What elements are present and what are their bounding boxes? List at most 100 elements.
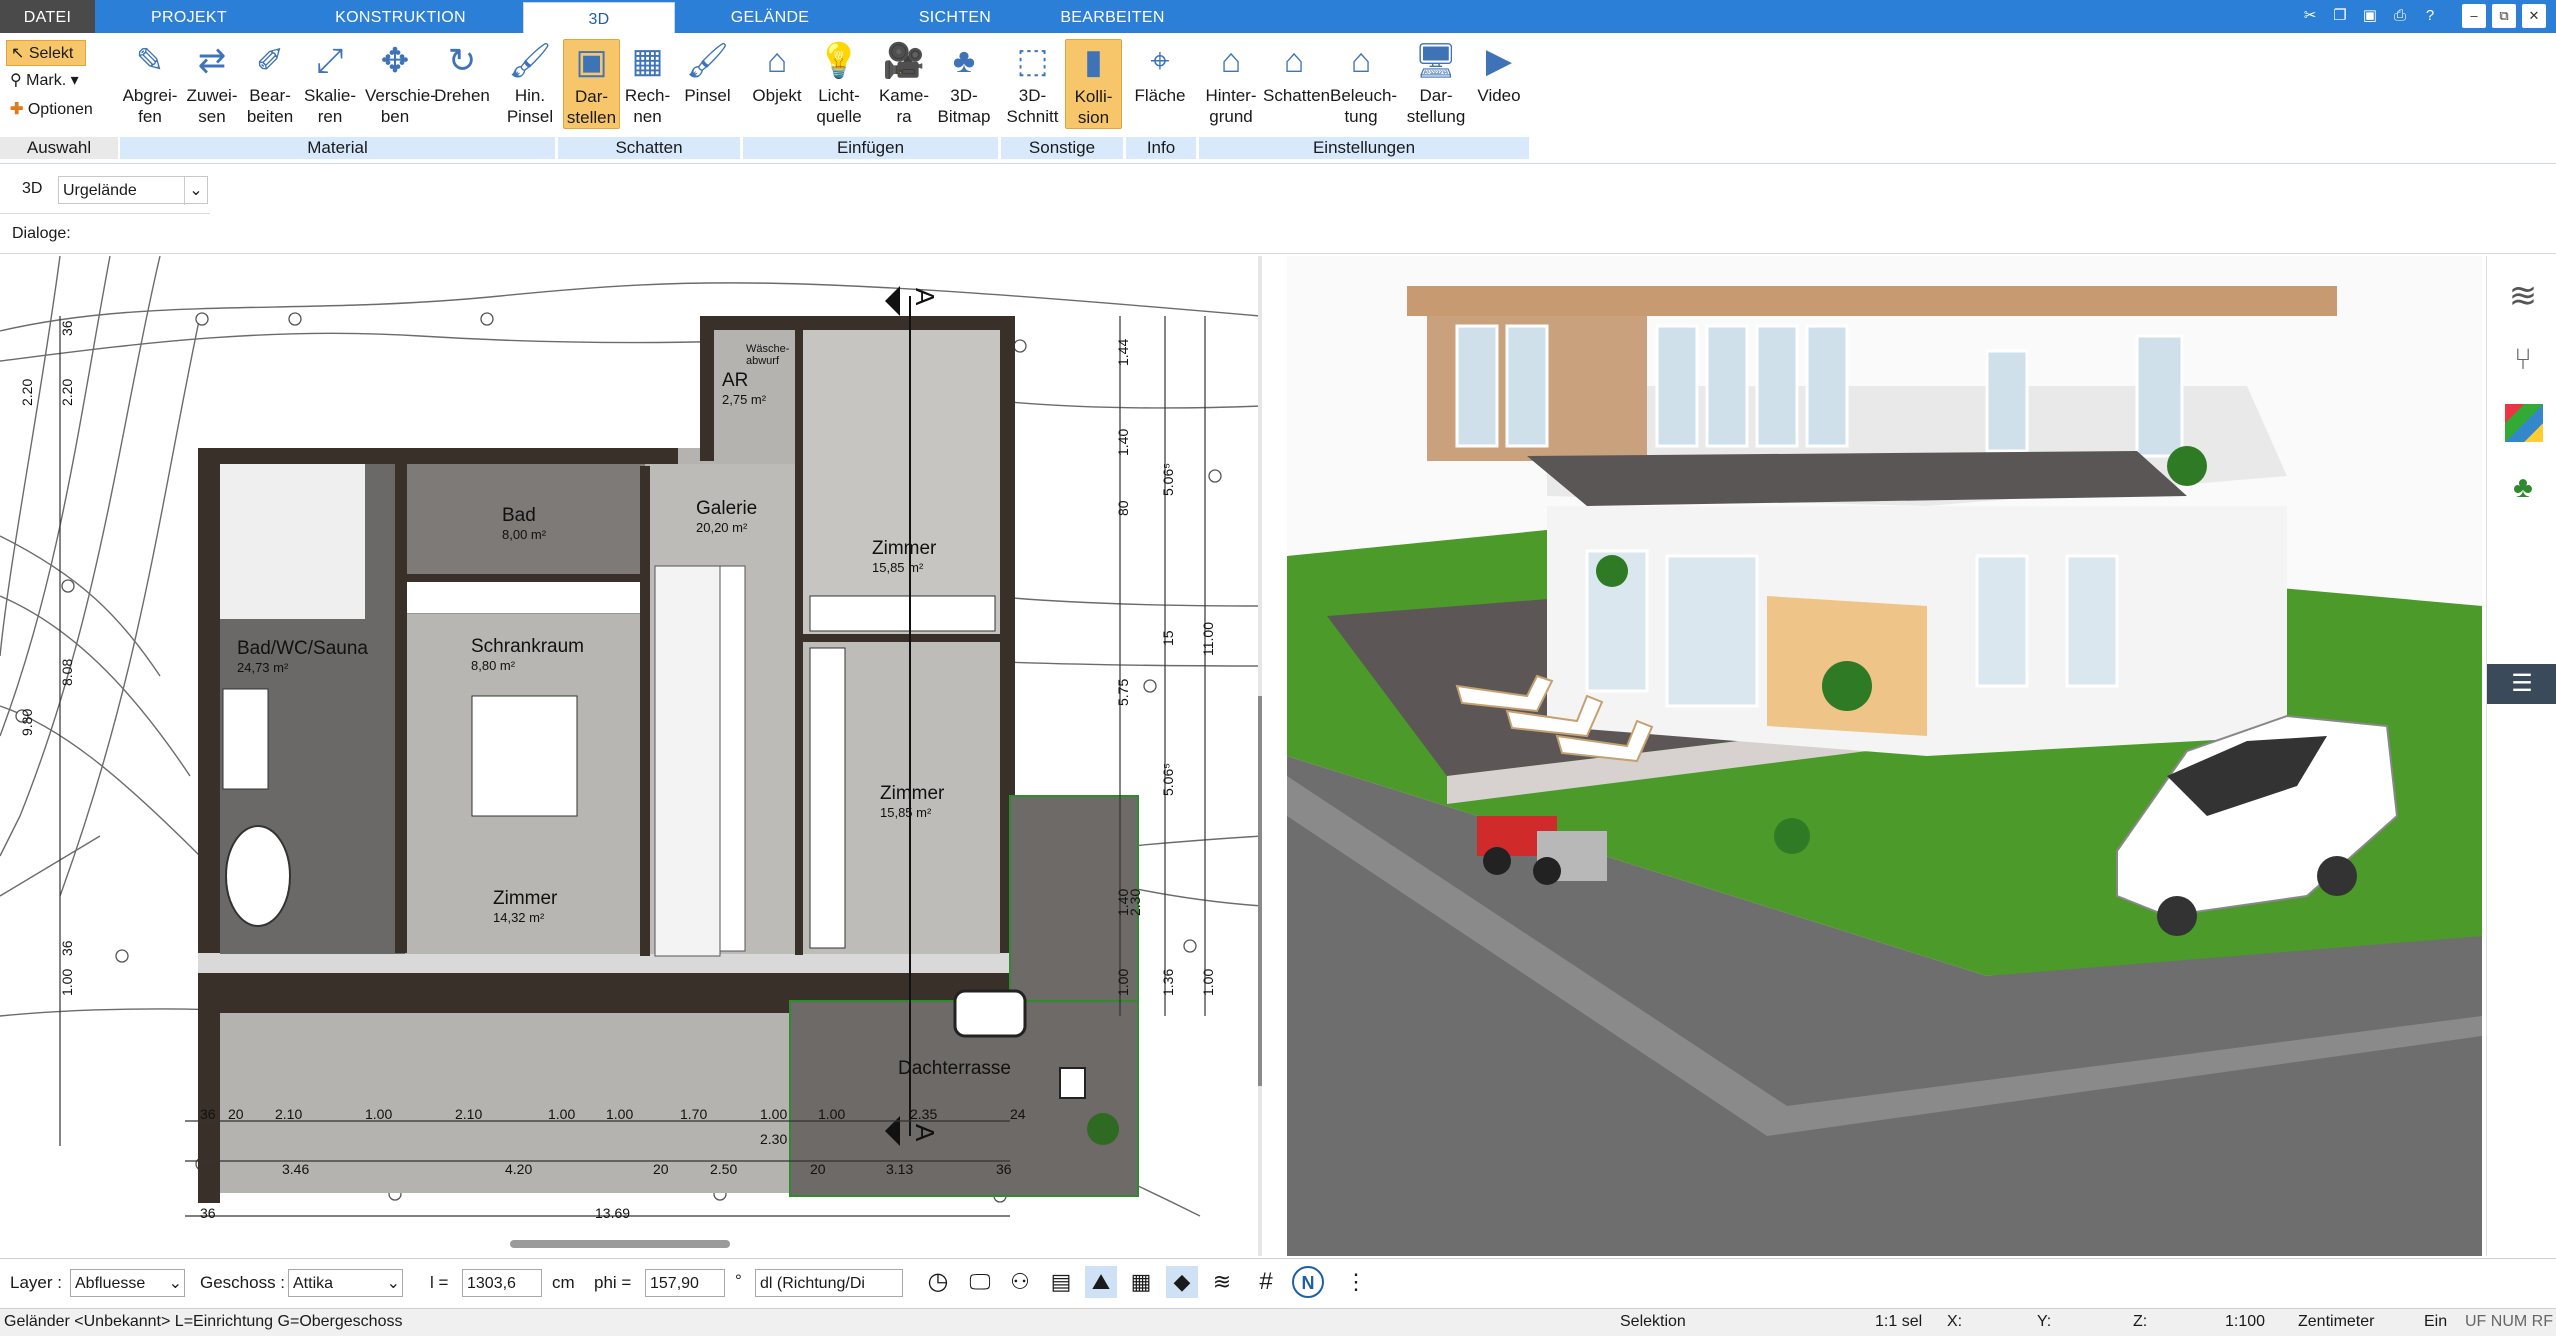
ribbon-button-label: Rech- nen	[624, 86, 671, 126]
room-area-ar: 2,75 m²	[722, 392, 767, 407]
minimize-icon[interactable]: –	[2462, 4, 2486, 28]
ribbon-button-material-3[interactable]: ⤢ Skalie- ren	[300, 39, 360, 127]
dim-bottom-1: 1.00	[818, 1106, 845, 1122]
einfuegen-tool-icon: ♣	[952, 42, 976, 80]
optionen-button[interactable]: ✚ Optionen	[10, 99, 93, 119]
ribbon-button-einfuegen-1[interactable]: 💡 Licht- quelle	[810, 39, 868, 127]
copy-icon[interactable]: ❐	[2328, 4, 2352, 28]
paste-icon[interactable]: ▣	[2358, 4, 2382, 28]
ribbon-button-material-1[interactable]: ⇄ Zuwei- sen	[182, 39, 242, 127]
ribbon-button-schatten-1[interactable]: ▦ Rech- nen	[620, 39, 675, 127]
tab-sichten[interactable]: SICHTEN	[865, 0, 1045, 33]
ribbon-button-einstellungen-1[interactable]: ⌂ Schatten	[1263, 39, 1330, 106]
dim-bottom-2: 3.46	[282, 1161, 309, 1177]
floor-icon[interactable]: ◆	[1166, 1266, 1198, 1298]
ribbon-button-sonstige-0[interactable]: ⬚ 3D- Schnitt	[1005, 39, 1060, 127]
room-area-galerie: 20,20 m²	[696, 520, 748, 535]
dialoge-label: Dialoge:	[12, 225, 71, 242]
dim-right: 1.00	[1200, 969, 1216, 996]
help-icon[interactable]: ?	[2418, 4, 2442, 28]
ribbon-button-einstellungen-4[interactable]: ▶ Video	[1468, 39, 1530, 106]
floor-plan-view[interactable]: AR 2,75 m² Wäsche- abwurf Bad 8,00 m² Ga…	[0, 256, 1262, 1256]
ribbon-button-material-2[interactable]: ✐ Bear- beiten	[240, 39, 300, 127]
dim-bottom-1: 24	[1010, 1106, 1026, 1122]
tab-konstruktion[interactable]: KONSTRUKTION	[283, 0, 518, 33]
dim-bottom-1: 1.00	[760, 1106, 787, 1122]
einstellungen-tool-icon: ▶	[1485, 42, 1513, 80]
floor-plan-drawing: AR 2,75 m² Wäsche- abwurf Bad 8,00 m² Ga…	[0, 256, 1262, 1256]
ribbon-button-label: Bear- beiten	[246, 86, 294, 126]
ribbon-button-info-0[interactable]: ⌖ Fläche	[1130, 39, 1190, 106]
tab-projekt[interactable]: PROJEKT	[95, 0, 283, 33]
room-name-schrankraum: Schrankraum	[471, 636, 584, 657]
ribbon-button-label: Dar- stellung	[1406, 86, 1466, 126]
ribbon-button-label: Fläche	[1134, 86, 1186, 105]
phi-unit: °	[735, 1271, 742, 1290]
layer-stack-icon[interactable]: ▤	[1045, 1266, 1077, 1298]
3d-view[interactable]	[1287, 256, 2482, 1256]
einstellungen-tool-icon: ⌂	[1350, 42, 1372, 80]
schatten-tool-icon: ▣	[575, 43, 608, 81]
ribbon-button-schatten-2[interactable]: 🖌 Pinsel	[680, 39, 735, 106]
print-icon[interactable]: ⎙	[2388, 4, 2412, 28]
ribbon-button-material-4[interactable]: ✥ Verschie- ben	[365, 39, 436, 127]
mark-label: Mark.	[26, 72, 67, 89]
walk-icon[interactable]: ⚇	[1004, 1266, 1036, 1298]
tab-gelaende[interactable]: GELÄNDE	[675, 0, 865, 33]
grid-icon[interactable]: #	[1250, 1266, 1282, 1298]
status-unit: Zentimeter	[2298, 1313, 2375, 1330]
dim-left: 1.00	[59, 969, 75, 996]
walls-icon[interactable]: ▦	[1125, 1266, 1157, 1298]
ribbon-button-material-6[interactable]: 🖌 Hin. Pinsel	[500, 39, 560, 127]
geschoss-value: Attika	[293, 1275, 334, 1292]
terrain-select[interactable]: Urgelände ⌄	[58, 176, 208, 205]
ribbon-button-einfuegen-3[interactable]: ♣ 3D- Bitmap	[935, 39, 993, 127]
schatten-tool-icon: ▦	[631, 42, 664, 80]
tab-3d[interactable]: 3D	[523, 2, 675, 34]
dim-right: 5.06⁵	[1160, 463, 1176, 496]
chair-icon[interactable]: ⑂	[2503, 340, 2543, 380]
close-icon[interactable]: ✕	[2522, 4, 2546, 28]
room-name-waesche: Wäsche-	[746, 343, 790, 355]
ribbon-button-einfuegen-0[interactable]: ⌂ Objekt	[748, 39, 806, 106]
einstellungen-tool-icon: 🖥	[1414, 42, 1458, 80]
ribbon-button-schatten-0[interactable]: ▣ Dar- stellen	[563, 39, 620, 129]
materials-icon[interactable]	[2505, 404, 2543, 442]
plan-hscrollbar-thumb[interactable]	[510, 1240, 730, 1248]
ribbon-button-material-5[interactable]: ↻ Drehen	[432, 39, 492, 106]
geschoss-select[interactable]: Attika ⌄	[288, 1269, 403, 1297]
layers-icon[interactable]: ≋	[2503, 276, 2543, 316]
terrain-icon[interactable]: ⛰	[1085, 1266, 1117, 1298]
options-icon[interactable]: ⋮	[1340, 1266, 1372, 1298]
restore-icon[interactable]: ⧉	[2492, 4, 2516, 28]
monitor-icon[interactable]: 🖵	[964, 1266, 996, 1298]
roof-icon[interactable]: ≋	[1206, 1266, 1238, 1298]
menu-icon[interactable]: ☰	[2487, 664, 2556, 704]
phi-input[interactable]: 157,90	[645, 1269, 725, 1297]
plan-scrollbar-thumb[interactable]	[1258, 696, 1262, 1086]
tree-icon[interactable]: ♣	[2503, 468, 2543, 508]
dim-bottom-1: 2.10	[455, 1106, 482, 1122]
length-input[interactable]: 1303,6	[462, 1269, 542, 1297]
dl-select[interactable]: dl (Richtung/Di	[755, 1269, 903, 1297]
north-icon[interactable]: N	[1292, 1266, 1324, 1298]
clock-icon[interactable]: ◷	[922, 1266, 954, 1298]
ribbon-button-sonstige-1[interactable]: ▮ Kolli- sion	[1065, 39, 1122, 129]
einstellungen-tool-icon: ⌂	[1220, 42, 1242, 80]
tab-datei[interactable]: DATEI	[0, 0, 95, 33]
tools-icon[interactable]: ✂	[2298, 4, 2322, 28]
ribbon-button-einstellungen-0[interactable]: ⌂ Hinter- grund	[1200, 39, 1262, 127]
dim-left: 36	[59, 940, 75, 956]
tab-bearbeiten[interactable]: BEARBEITEN	[1045, 0, 1180, 33]
layer-select[interactable]: Abfluesse ⌄	[70, 1269, 185, 1297]
ribbon-button-einstellungen-3[interactable]: 🖥 Dar- stellung	[1405, 39, 1467, 127]
ribbon-button-label: Abgrei- fen	[122, 86, 178, 126]
mark-button[interactable]: ⚲ Mark. ▾	[10, 70, 79, 90]
ribbon-button-einstellungen-2[interactable]: ⌂ Beleuch- tung	[1330, 39, 1397, 127]
room-name-zimmer-1: Zimmer	[872, 538, 937, 559]
material-tool-icon: ✥	[380, 42, 410, 80]
optionen-label: Optionen	[27, 101, 93, 118]
selekt-button[interactable]: ↖ Selekt	[6, 40, 86, 66]
ribbon-button-material-0[interactable]: ✎ Abgrei- fen	[120, 39, 180, 127]
ribbon-button-einfuegen-2[interactable]: 🎥 Kame- ra	[875, 39, 933, 127]
